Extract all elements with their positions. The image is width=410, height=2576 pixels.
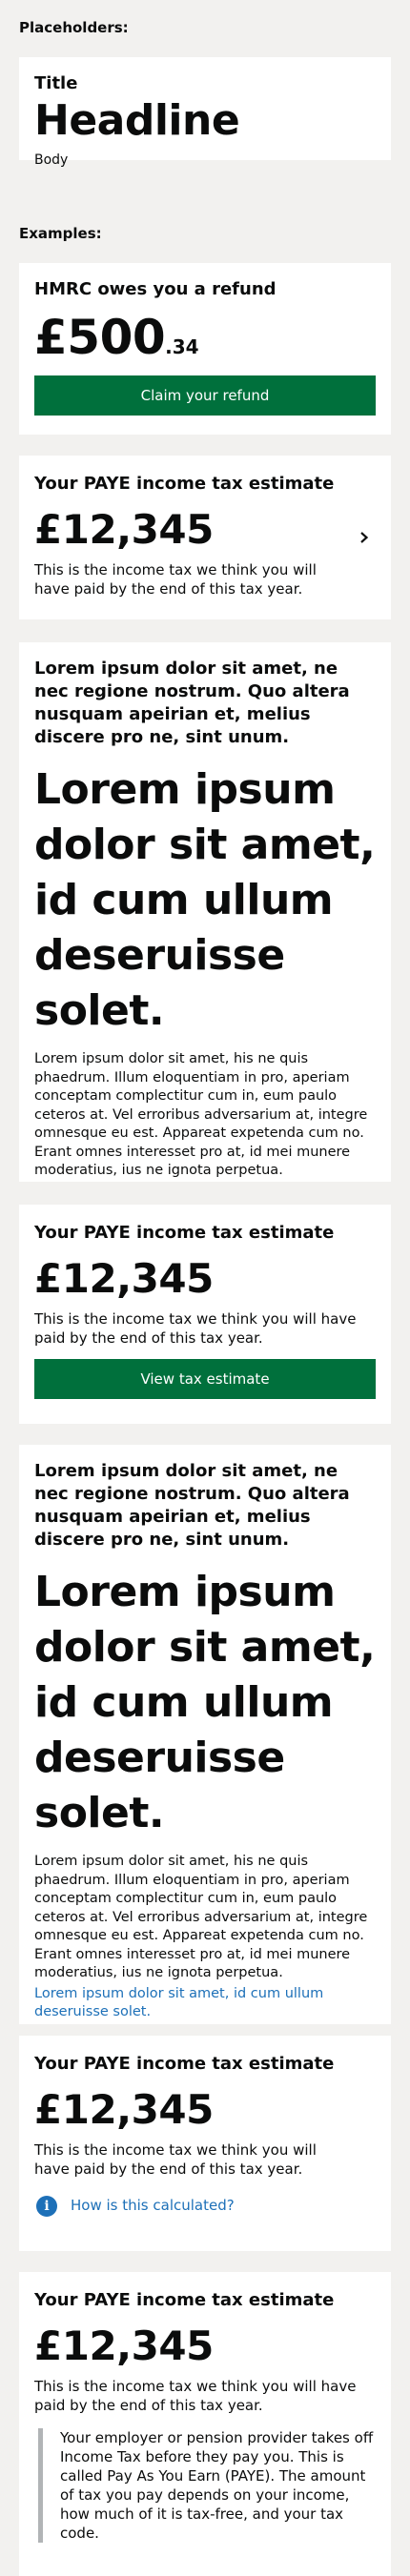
paye-info-title: Your PAYE income tax estimate [34,2054,335,2074]
paye-estimate-card-info: Your PAYE income tax estimate £12,345 Th… [19,2036,391,2251]
paye-amount: £12,345 [34,506,214,553]
lorem-card-2-body: Lorem ipsum dolor sit amet, his ne quis … [34,1854,368,1980]
placeholder-headline: Headline [34,96,240,145]
paye-body: This is the income tax we think you will… [34,561,317,598]
paye-info-amount: £12,345 [34,2086,214,2133]
chevron-right-icon[interactable] [359,532,370,543]
lorem-card-1: Lorem ipsum dolor sit amet, ne nec regio… [19,642,391,1182]
paye-inset-title: Your PAYE income tax estimate [34,2290,335,2310]
paye-title: Your PAYE income tax estimate [34,474,335,494]
paye-button-title: Your PAYE income tax estimate [34,1223,335,1243]
claim-refund-button[interactable]: Claim your refund [34,375,376,416]
lorem-card-1-body: Lorem ipsum dolor sit amet, his ne quis … [34,1051,368,1178]
lorem-card-2-link[interactable]: Lorem ipsum dolor sit amet, id cum ullum… [34,1985,376,2022]
refund-card: HMRC owes you a refund £500.34 Claim you… [19,263,391,435]
lorem-card-2-title: Lorem ipsum dolor sit amet, ne nec regio… [34,1461,350,1550]
paye-estimate-card-inset: Your PAYE income tax estimate £12,345 Th… [19,2272,391,2576]
how-calculated-link[interactable]: i How is this calculated? [36,2196,376,2217]
paye-button-body: This is the income tax we think you will… [34,1310,357,1347]
paye-inset-text: Your employer or pension provider takes … [38,2428,376,2543]
paye-estimate-card-link[interactable]: Your PAYE income tax estimate £12,345 Th… [19,456,391,619]
lorem-card-1-title: Lorem ipsum dolor sit amet, ne nec regio… [34,659,350,747]
refund-amount-main: £500 [34,310,166,365]
view-tax-estimate-button[interactable]: View tax estimate [34,1359,376,1399]
lorem-card-2-headline: Lorem ipsum dolor sit amet, id cum ullum… [34,1568,376,1837]
paye-inset-amount: £12,345 [34,2322,214,2369]
refund-amount: £500.34 [34,309,376,366]
refund-amount-pence: .34 [165,335,199,358]
placeholder-title: Title [34,73,78,93]
placeholder-body: Body [34,152,69,168]
info-icon: i [36,2196,57,2217]
examples-label: Examples: [19,225,102,242]
paye-button-amount: £12,345 [34,1255,214,1302]
paye-inset-body: This is the income tax we think you will… [34,2378,357,2414]
how-calculated-label: How is this calculated? [71,2197,235,2215]
paye-info-body: This is the income tax we think you will… [34,2141,317,2178]
paye-estimate-card-button: Your PAYE income tax estimate £12,345 Th… [19,1205,391,1424]
placeholders-label: Placeholders: [19,19,129,36]
lorem-card-2: Lorem ipsum dolor sit amet, ne nec regio… [19,1445,391,2024]
lorem-card-1-headline: Lorem ipsum dolor sit amet, id cum ullum… [34,765,376,1035]
refund-title: HMRC owes you a refund [34,279,277,299]
placeholder-card: Title Headline Body [19,57,391,168]
